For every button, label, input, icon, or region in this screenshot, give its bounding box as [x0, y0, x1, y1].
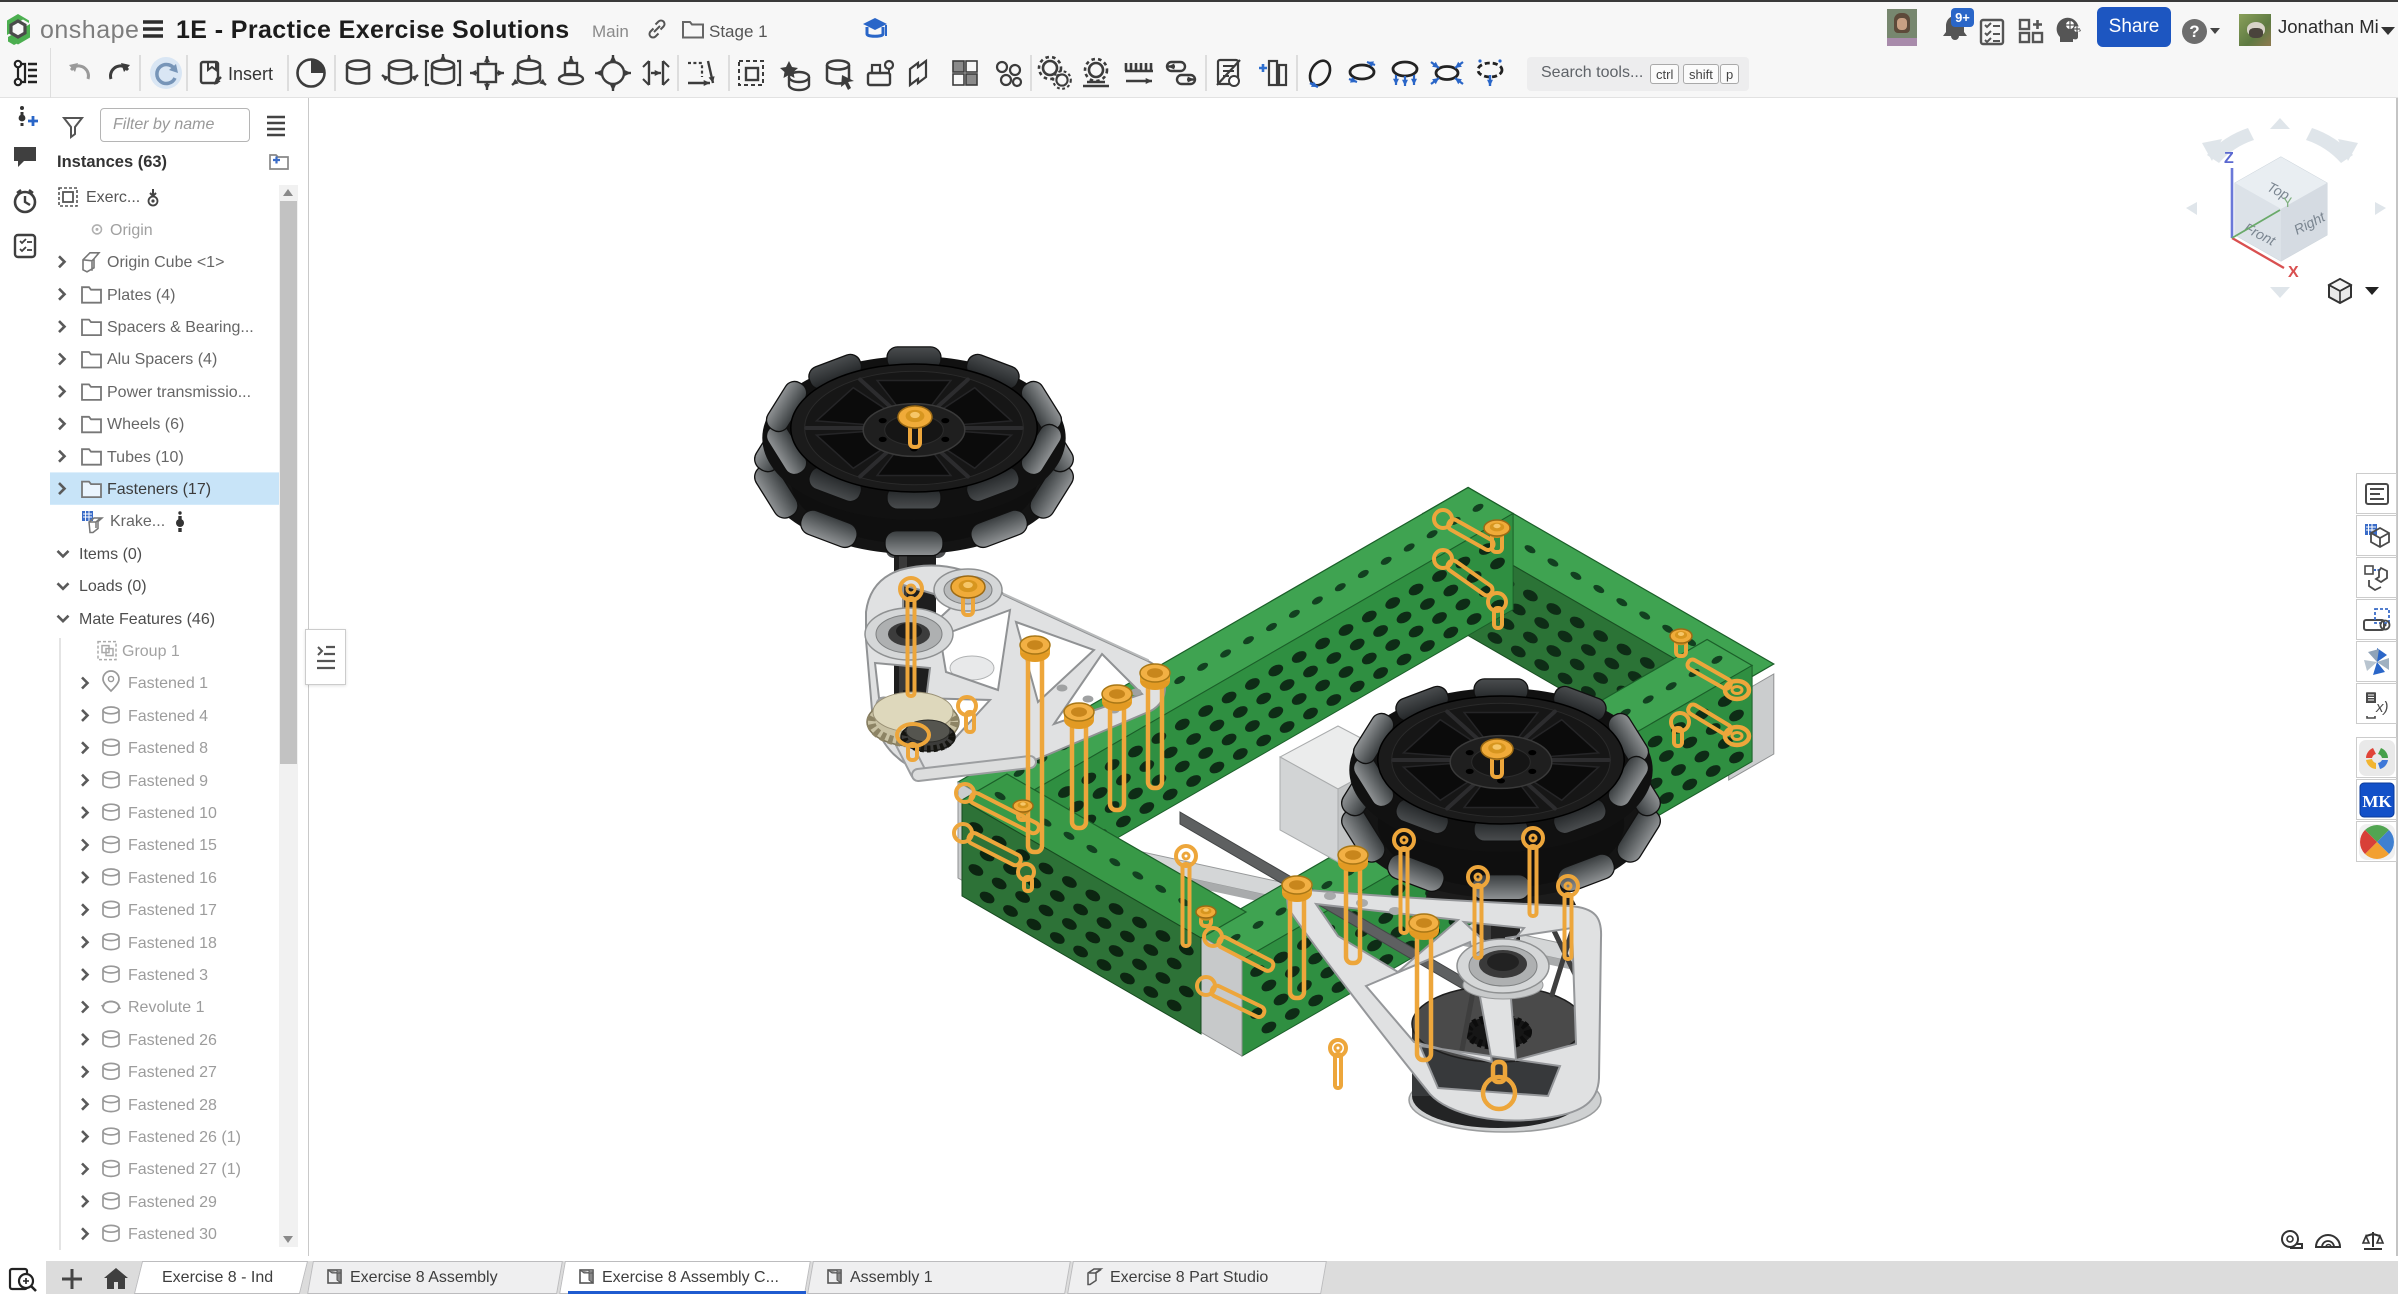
svg-text:Tubes (10): Tubes (10): [107, 449, 184, 466]
svg-text:Fastened 3: Fastened 3: [128, 967, 208, 984]
svg-text:Fastened 17: Fastened 17: [128, 902, 217, 919]
svg-text:Main: Main: [592, 22, 629, 41]
svg-text:Fastened 15: Fastened 15: [128, 837, 217, 854]
svg-text:Group 1: Group 1: [122, 643, 180, 660]
svg-text:Stage 1: Stage 1: [709, 22, 768, 41]
svg-text:Fastened 27 (1): Fastened 27 (1): [128, 1161, 241, 1178]
svg-text:Mate Features (46): Mate Features (46): [79, 611, 215, 628]
svg-text:Fastened 29: Fastened 29: [128, 1194, 217, 1211]
svg-text:Fastened 28: Fastened 28: [128, 1097, 217, 1114]
svg-text:Fastened 26: Fastened 26: [128, 1032, 217, 1049]
svg-text:Power transmissio...: Power transmissio...: [107, 384, 251, 401]
svg-text:Spacers & Bearing...: Spacers & Bearing...: [107, 319, 254, 336]
svg-text:Exerc...: Exerc...: [86, 189, 140, 206]
svg-text:Fastened 10: Fastened 10: [128, 805, 217, 822]
svg-text:Origin: Origin: [110, 222, 153, 239]
svg-text:Y: Y: [2283, 194, 2293, 210]
svg-text:Plates (4): Plates (4): [107, 287, 175, 304]
svg-text:Fastened 27: Fastened 27: [128, 1064, 217, 1081]
svg-text:Krake...: Krake...: [110, 513, 165, 530]
svg-text:Insert: Insert: [228, 64, 273, 84]
svg-text:Wheels (6): Wheels (6): [107, 416, 184, 433]
svg-text:Fasteners (17): Fasteners (17): [107, 481, 211, 498]
svg-text:Fastened 26 (1): Fastened 26 (1): [128, 1129, 241, 1146]
svg-text:1E - Practice Exercise Solutio: 1E - Practice Exercise Solutions: [176, 16, 570, 44]
svg-text:Items (0): Items (0): [79, 546, 142, 563]
svg-text:Fastened 18: Fastened 18: [128, 935, 217, 952]
svg-text:onshape: onshape: [40, 16, 139, 44]
svg-text:Fastened 16: Fastened 16: [128, 870, 217, 887]
svg-text:Origin Cube <1>: Origin Cube <1>: [107, 254, 224, 271]
svg-text:Fastened 1: Fastened 1: [128, 675, 208, 692]
svg-text:MK: MK: [2362, 792, 2392, 811]
svg-text:Alu Spacers (4): Alu Spacers (4): [107, 351, 217, 368]
svg-text:Fastened 8: Fastened 8: [128, 740, 208, 757]
svg-text:X: X: [2288, 264, 2299, 281]
svg-text:Fastened 30: Fastened 30: [128, 1226, 217, 1243]
svg-text:Fastened 9: Fastened 9: [128, 773, 208, 790]
svg-text:Z: Z: [2224, 150, 2234, 167]
svg-text:Loads (0): Loads (0): [79, 578, 147, 595]
svg-text:x): x): [2375, 699, 2389, 716]
svg-text:Fastened 4: Fastened 4: [128, 708, 208, 725]
svg-text:Revolute 1: Revolute 1: [128, 999, 205, 1016]
svg-text:Instances (63): Instances (63): [57, 153, 167, 171]
